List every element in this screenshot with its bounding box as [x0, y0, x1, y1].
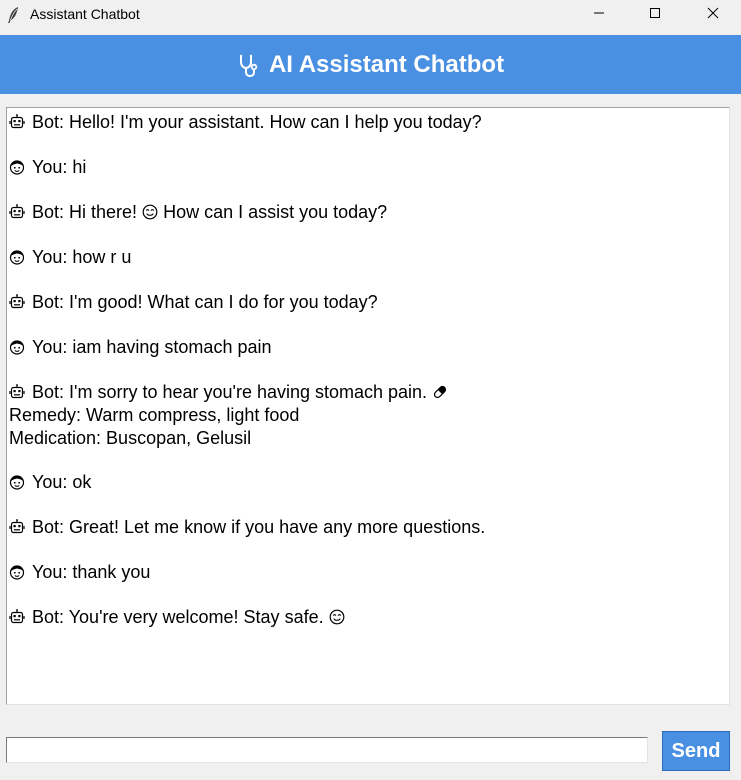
robot-icon [9, 518, 25, 534]
bot-message: Bot: Hi there! How can I assist you toda… [9, 201, 387, 224]
window-title: Assistant Chatbot [30, 6, 140, 22]
user-message: You: iam having stomach pain [9, 336, 271, 359]
user-face-icon [9, 563, 25, 580]
pill-icon [432, 383, 448, 399]
send-button[interactable]: Send [662, 731, 730, 771]
smiley-icon [329, 608, 345, 625]
user-message: You: ok [9, 471, 91, 494]
bot-message: Bot: Great! Let me know if you have any … [9, 516, 485, 539]
close-button[interactable] [684, 0, 741, 30]
robot-icon [9, 608, 25, 624]
app-title: AI Assistant Chatbot [268, 50, 505, 78]
robot-icon [9, 203, 25, 219]
minimize-icon [593, 6, 605, 24]
chat-log[interactable]: Bot: Hello! I'm your assistant. How can … [6, 107, 730, 705]
user-message: You: hi [9, 156, 86, 179]
user-face-icon [9, 338, 25, 355]
message-text: Bot: Hi there! [32, 202, 143, 222]
stethoscope-icon [237, 54, 259, 78]
feather-icon [6, 6, 20, 24]
maximize-icon [649, 6, 661, 24]
message-text: Bot: I'm sorry to hear you're having sto… [32, 382, 433, 402]
smiley-icon [142, 203, 158, 220]
message-text: Bot: Hello! I'm your assistant. How can … [32, 112, 482, 132]
bot-message: Bot: You're very welcome! Stay safe. [9, 606, 345, 629]
user-face-icon [9, 158, 25, 175]
title-bar: Assistant Chatbot [0, 0, 741, 30]
user-message: You: how r u [9, 246, 131, 269]
medication-line: Medication: Buscopan, Gelusil [9, 428, 252, 448]
message-text: You: iam having stomach pain [32, 337, 272, 357]
message-text: Bot: You're very welcome! Stay safe. [32, 607, 329, 627]
user-face-icon [9, 248, 25, 265]
bot-message: Bot: I'm good! What can I do for you tod… [9, 291, 378, 314]
close-icon [707, 6, 719, 24]
app-window: Assistant Chatbot AI Assistant Chatbot B… [0, 0, 741, 780]
message-text: You: ok [32, 472, 92, 492]
robot-icon [9, 113, 25, 129]
message-text: You: how r u [32, 247, 132, 267]
maximize-button[interactable] [626, 0, 684, 30]
message-text: You: hi [32, 157, 87, 177]
message-text-after: How can I assist you today? [158, 202, 388, 222]
message-text: Bot: I'm good! What can I do for you tod… [32, 292, 378, 312]
minimize-button[interactable] [570, 0, 628, 30]
bot-message: Bot: Hello! I'm your assistant. How can … [9, 111, 482, 134]
user-face-icon [9, 473, 25, 490]
message-text: You: thank you [32, 562, 151, 582]
remedy-line: Remedy: Warm compress, light food [9, 405, 300, 425]
app-header: AI Assistant Chatbot [0, 35, 741, 94]
robot-icon [9, 383, 25, 399]
bot-message: Bot: I'm sorry to hear you're having sto… [9, 381, 448, 450]
robot-icon [9, 293, 25, 309]
user-message: You: thank you [9, 561, 150, 584]
message-input[interactable] [6, 737, 648, 763]
message-text: Bot: Great! Let me know if you have any … [32, 517, 486, 537]
